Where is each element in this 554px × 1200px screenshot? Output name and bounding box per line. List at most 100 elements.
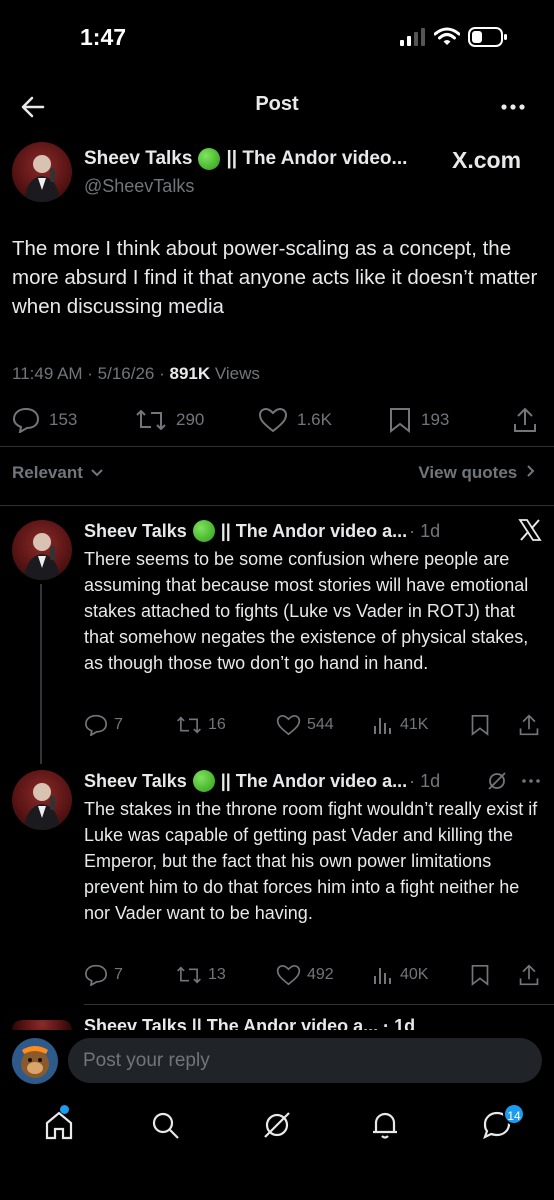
reply-text: The stakes in the throne room fight woul… [84,799,538,923]
reply-count: 153 [49,410,78,429]
reply-input[interactable]: Post your reply [68,1038,542,1083]
reply-author-suffix[interactable]: || The Andor video a... [221,521,407,542]
divider [0,505,554,506]
views-count: 41K [400,716,429,733]
more-options-icon[interactable] [498,92,528,122]
repost-count: 16 [208,716,226,733]
reply-icon [84,714,108,736]
reply-button[interactable]: 153 [12,407,77,433]
views-count[interactable]: 891K [170,364,211,383]
author-avatar[interactable] [12,142,72,202]
repost-button[interactable]: 16 [176,714,226,736]
repost-icon [136,409,166,431]
views-button[interactable]: 41K [372,714,428,736]
repost-icon [177,966,201,984]
reply-author-name[interactable]: Sheev Talks [84,771,187,792]
share-button[interactable] [518,963,540,987]
battery-icon [468,27,507,47]
reply-avatar[interactable] [12,770,72,830]
reply-count: 7 [114,966,123,983]
reply-button[interactable]: 7 [84,964,123,986]
divider [84,1004,554,1005]
repost-count: 290 [176,410,205,429]
partial-reply-header: Sheev Talks || The Andor video a... · 1d [84,1016,416,1030]
green-circle-emoji-icon [198,148,221,170]
more-options-icon[interactable] [520,772,542,790]
like-button[interactable]: 544 [276,714,334,736]
post-text: The more I think about power-scaling as … [12,237,538,318]
bookmark-icon [471,965,489,986]
post-action-bar: 153 290 1.6K 193 [0,404,554,436]
reply-avatar[interactable] [12,1020,72,1030]
bookmark-icon [390,408,410,433]
bell-icon [373,1112,397,1139]
bookmark-button[interactable] [470,714,490,736]
avatar-portrait-icon [24,533,60,580]
bookmark-count: 193 [421,410,450,429]
repost-button[interactable]: 290 [135,407,204,433]
x-com-source-label: X.com [452,147,522,173]
bookmark-button[interactable]: 193 [388,407,449,433]
reply-time: · 1d [409,520,441,541]
reply-count: 7 [114,716,123,733]
tab-notifications[interactable] [368,1108,404,1144]
green-circle-emoji-icon [192,520,215,542]
chevron-down-icon [90,469,103,477]
user-avatar[interactable] [12,1038,58,1084]
share-button[interactable] [512,406,538,434]
share-icon [514,407,536,432]
status-time: 1:47 [80,24,127,50]
author-handle[interactable]: @SheevTalks [84,176,194,197]
top-nav: Post [0,86,554,126]
share-button[interactable] [518,713,540,737]
reply-action-bar: 7 16 544 41K [0,712,554,742]
reply-author-name[interactable]: Sheev Talks [84,521,187,542]
bottom-tab-bar [0,1100,554,1200]
tab-grok[interactable] [260,1108,296,1144]
reply-icon [12,407,40,433]
repost-button[interactable]: 13 [176,964,226,986]
monkey-avatar-icon [21,1046,49,1078]
reply-time: · 1d [409,770,441,791]
repost-count: 13 [208,966,226,983]
share-icon [519,714,539,736]
bookmark-button[interactable] [470,964,490,986]
x-logo-icon [518,519,542,541]
like-count: 1.6K [297,410,332,429]
share-icon [519,964,539,986]
messages-badge: 14 [503,1103,525,1125]
like-button[interactable]: 492 [276,964,334,986]
views-button[interactable]: 40K [372,964,428,986]
heart-icon [276,714,301,736]
like-count: 544 [307,716,334,733]
views-count: 40K [400,966,429,983]
avatar-portrait-icon [24,783,60,830]
grok-icon[interactable] [486,770,508,792]
reply-author-line[interactable]: Sheev Talks || The Andor video a... · 1d [84,520,440,542]
post-meta: 11:49 AM · 5/16/26 · 891K Views [12,364,260,384]
like-button[interactable]: 1.6K [258,407,332,433]
author-name-line[interactable]: Sheev Talks || The Andor video... [84,148,407,170]
home-unread-dot [60,1105,69,1114]
view-quotes-link[interactable]: View quotes [418,463,536,483]
reply-author-line[interactable]: Sheev Talks || The Andor video a... · 1d [84,770,440,792]
author-name-suffix[interactable]: || The Andor video... [226,148,407,170]
tab-home[interactable] [42,1108,78,1144]
view-quotes-label: View quotes [418,463,518,482]
tab-search[interactable] [148,1108,184,1144]
avatar-portrait-icon [24,155,60,202]
reply-icon [84,964,108,986]
relevant-sort-dropdown[interactable]: Relevant [12,463,104,483]
reply-button[interactable]: 7 [84,714,123,736]
signal-icon [400,28,425,46]
reply-avatar[interactable] [12,520,72,580]
heart-icon [258,407,288,433]
status-icons [400,24,508,50]
post-timestamp: 11:49 AM · 5/16/26 · [12,364,170,383]
reply-author-suffix[interactable]: || The Andor video a... [221,771,407,792]
page-title: Post [255,93,299,115]
home-icon [45,1111,73,1140]
views-label: Views [210,364,260,383]
author-name[interactable]: Sheev Talks [84,148,192,170]
repost-icon [177,716,201,734]
